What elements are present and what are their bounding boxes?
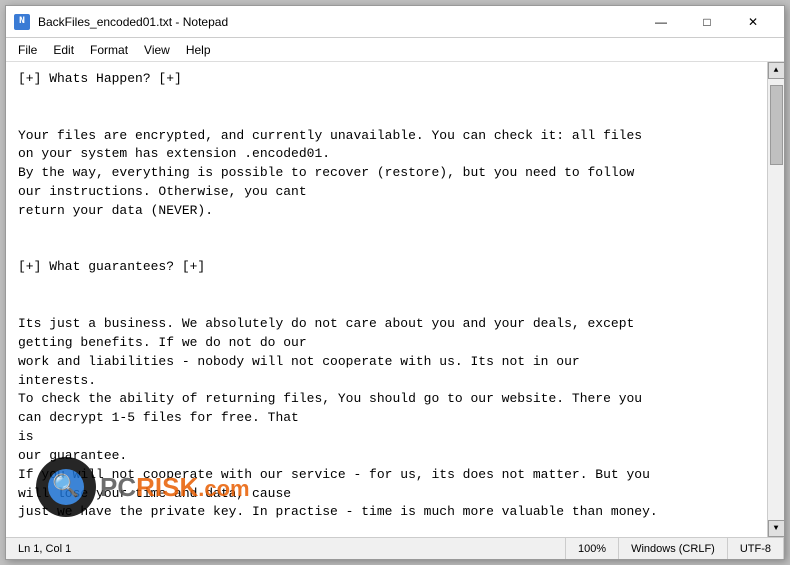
- title-bar: N BackFiles_encoded01.txt - Notepad — □ …: [6, 6, 784, 38]
- status-zoom: 100%: [566, 538, 619, 559]
- minimize-button[interactable]: —: [638, 6, 684, 38]
- text-editor[interactable]: [+] Whats Happen? [+] Your files are enc…: [6, 62, 767, 537]
- status-encoding: UTF-8: [728, 538, 784, 559]
- menu-view[interactable]: View: [136, 41, 178, 59]
- scrollbar-thumb[interactable]: [770, 85, 783, 165]
- scroll-down-arrow[interactable]: ▼: [768, 520, 785, 537]
- content-area: [+] Whats Happen? [+] Your files are enc…: [6, 62, 784, 537]
- status-bar: Ln 1, Col 1 100% Windows (CRLF) UTF-8: [6, 537, 784, 559]
- app-icon: N: [14, 14, 30, 30]
- vertical-scrollbar[interactable]: ▲ ▼: [767, 62, 784, 537]
- menu-format[interactable]: Format: [82, 41, 136, 59]
- maximize-button[interactable]: □: [684, 6, 730, 38]
- scroll-up-arrow[interactable]: ▲: [768, 62, 785, 79]
- status-position: Ln 1, Col 1: [6, 538, 566, 559]
- window-title: BackFiles_encoded01.txt - Notepad: [38, 15, 638, 29]
- menu-file[interactable]: File: [10, 41, 45, 59]
- notepad-window: N BackFiles_encoded01.txt - Notepad — □ …: [5, 5, 785, 560]
- menu-help[interactable]: Help: [178, 41, 219, 59]
- window-controls: — □ ✕: [638, 6, 776, 38]
- close-button[interactable]: ✕: [730, 6, 776, 38]
- menu-bar: File Edit Format View Help: [6, 38, 784, 62]
- status-line-ending: Windows (CRLF): [619, 538, 728, 559]
- menu-edit[interactable]: Edit: [45, 41, 82, 59]
- scrollbar-track[interactable]: [768, 79, 784, 520]
